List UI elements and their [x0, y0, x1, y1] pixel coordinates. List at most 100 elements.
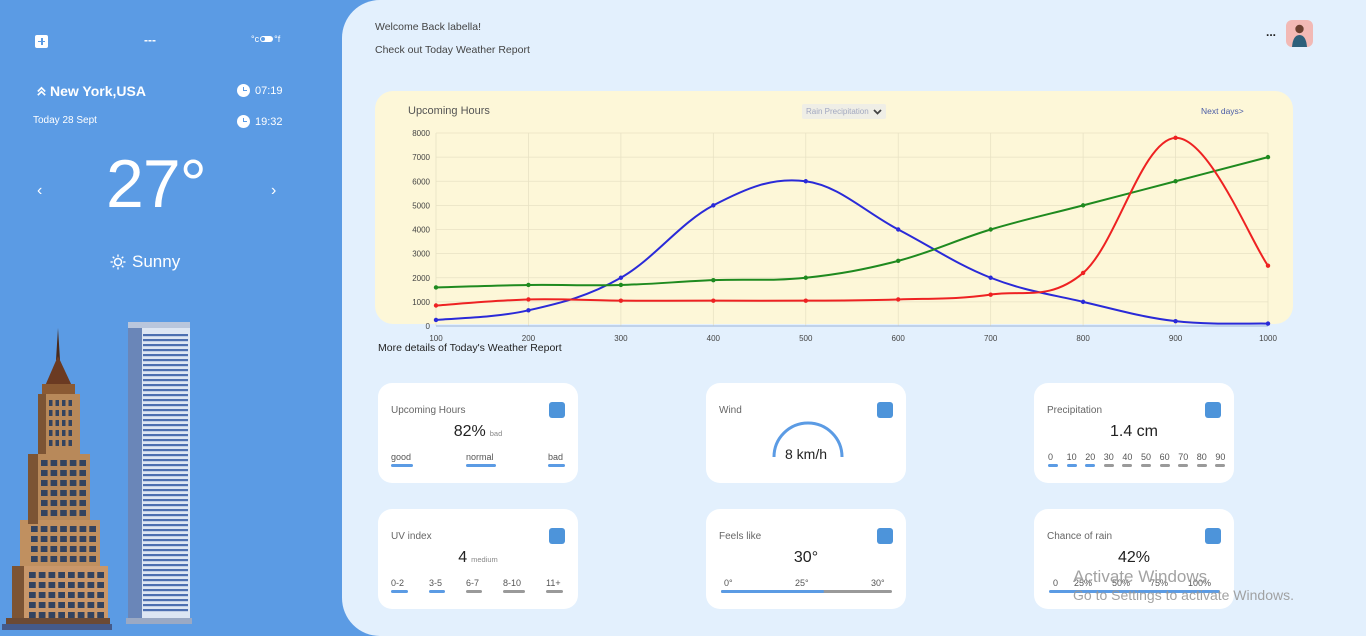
x-tick-label: 900	[1169, 334, 1183, 343]
data-point	[1173, 179, 1178, 184]
y-tick-label: 8000	[412, 129, 430, 138]
data-point	[896, 227, 901, 232]
scale-label: 70	[1178, 452, 1189, 462]
scale-bar	[548, 464, 565, 467]
scale-bar	[466, 464, 496, 467]
y-tick-label: 0	[426, 322, 431, 331]
scale-label: bad	[548, 452, 564, 462]
data-point	[526, 308, 531, 313]
wind-icon	[877, 402, 893, 418]
watermark-title: Activate Windows	[1073, 567, 1208, 586]
data-point	[896, 297, 901, 302]
scale-label: 50	[1141, 452, 1152, 462]
scale-label: 8-10	[503, 578, 522, 588]
scale-bar	[429, 590, 445, 593]
scale-bar	[503, 590, 525, 593]
data-point	[1265, 154, 1271, 160]
scale-bar	[1159, 464, 1170, 467]
y-tick-label: 7000	[412, 153, 430, 162]
series-line-2	[435, 136, 1269, 307]
scale-label: 40	[1122, 452, 1133, 462]
thermometer-sun-icon	[549, 402, 565, 418]
data-point	[433, 303, 439, 308]
scale-label: 30°	[871, 578, 885, 588]
card-label: Upcoming Hours	[391, 405, 466, 416]
more-details-heading: More details of Today's Weather Report	[378, 342, 562, 354]
series-line-1	[435, 156, 1269, 289]
scale-bar	[1103, 464, 1114, 467]
scale-bar	[391, 464, 413, 467]
scale-bar	[1066, 464, 1077, 467]
scale-label: normal	[466, 452, 494, 462]
scale-label: 0°	[724, 578, 733, 588]
scale-label: 11+	[546, 578, 561, 588]
x-tick-label: 1000	[1259, 334, 1277, 343]
scale-bar	[1178, 464, 1189, 467]
data-point	[711, 203, 716, 208]
thermometer-icon	[877, 528, 893, 544]
data-point	[1080, 299, 1086, 305]
feels-like-fill	[721, 590, 824, 593]
scale-label: 10	[1066, 452, 1077, 462]
data-point	[1265, 263, 1271, 268]
card-label: Chance of rain	[1047, 531, 1113, 542]
data-point	[1173, 318, 1178, 324]
windows-activation-watermark: Activate Windows Go to Settings to activ…	[1073, 566, 1294, 605]
raindrop-icon	[1205, 528, 1221, 544]
y-tick-label: 6000	[412, 177, 430, 186]
data-point	[618, 298, 624, 303]
y-tick-label: 4000	[412, 226, 430, 235]
x-tick-label: 800	[1076, 334, 1090, 343]
card-label: Feels like	[719, 531, 762, 542]
scale-label: 20	[1085, 452, 1096, 462]
scale-label: 0-2	[391, 578, 405, 588]
upcoming-hours-card[interactable]: Upcoming Hours 82% bad good normal bad	[378, 383, 578, 483]
x-tick-label: 400	[707, 334, 721, 343]
x-tick-label: 700	[984, 334, 998, 343]
card-label: UV index	[391, 531, 432, 542]
scale-label: 60	[1159, 452, 1170, 462]
sun-icon	[549, 528, 565, 544]
scale-label: 0	[1048, 452, 1054, 462]
scale-label: 80	[1196, 452, 1207, 462]
scale-label: good	[391, 452, 412, 462]
x-tick-label: 300	[614, 334, 628, 343]
y-tick-label: 3000	[412, 250, 430, 259]
scale-label: 6-7	[466, 578, 480, 588]
x-tick-label: 600	[892, 334, 906, 343]
data-point	[1080, 270, 1086, 276]
card-label: Precipitation	[1047, 405, 1103, 416]
scale-label: 25°	[795, 578, 809, 588]
y-tick-label: 1000	[412, 298, 430, 307]
wind-card[interactable]: Wind 8 km/h	[706, 383, 906, 483]
data-point	[433, 317, 439, 323]
data-point	[988, 227, 993, 232]
data-point	[803, 298, 808, 303]
card-label: Wind	[719, 405, 742, 416]
feels-like-card[interactable]: Feels like 30° 0° 25° 30°	[706, 509, 906, 609]
scale-bar	[1141, 464, 1151, 467]
card-value: 30°	[793, 549, 819, 566]
data-point	[803, 275, 808, 280]
scale-bar	[466, 590, 482, 593]
precipitation-card[interactable]: Precipitation 1.4 cm 0 10 20 30 40 50 60 70 80 90	[1034, 383, 1234, 483]
data-point	[1080, 203, 1086, 208]
data-point	[526, 297, 531, 302]
scale-bar	[1196, 464, 1207, 467]
uv-index-card[interactable]: UV index 4 medium 0-2 3-5 6-7 8-10 11+	[378, 509, 578, 609]
data-point	[618, 282, 624, 288]
data-point	[711, 298, 716, 303]
scale-bar	[1122, 464, 1133, 467]
data-point	[618, 275, 624, 280]
scale-label: 90	[1215, 452, 1226, 462]
data-point	[1265, 321, 1271, 326]
card-value: 8 km/h	[784, 446, 827, 462]
scale-label: 30	[1103, 452, 1114, 462]
data-point	[803, 179, 808, 184]
data-point	[1173, 135, 1178, 141]
card-value: 82% bad	[453, 423, 503, 440]
scale-label: 0	[1053, 578, 1059, 588]
scale-bar	[546, 590, 563, 593]
data-point	[988, 292, 993, 297]
watermark-subtitle: Go to Settings to activate Windows.	[1073, 587, 1294, 604]
